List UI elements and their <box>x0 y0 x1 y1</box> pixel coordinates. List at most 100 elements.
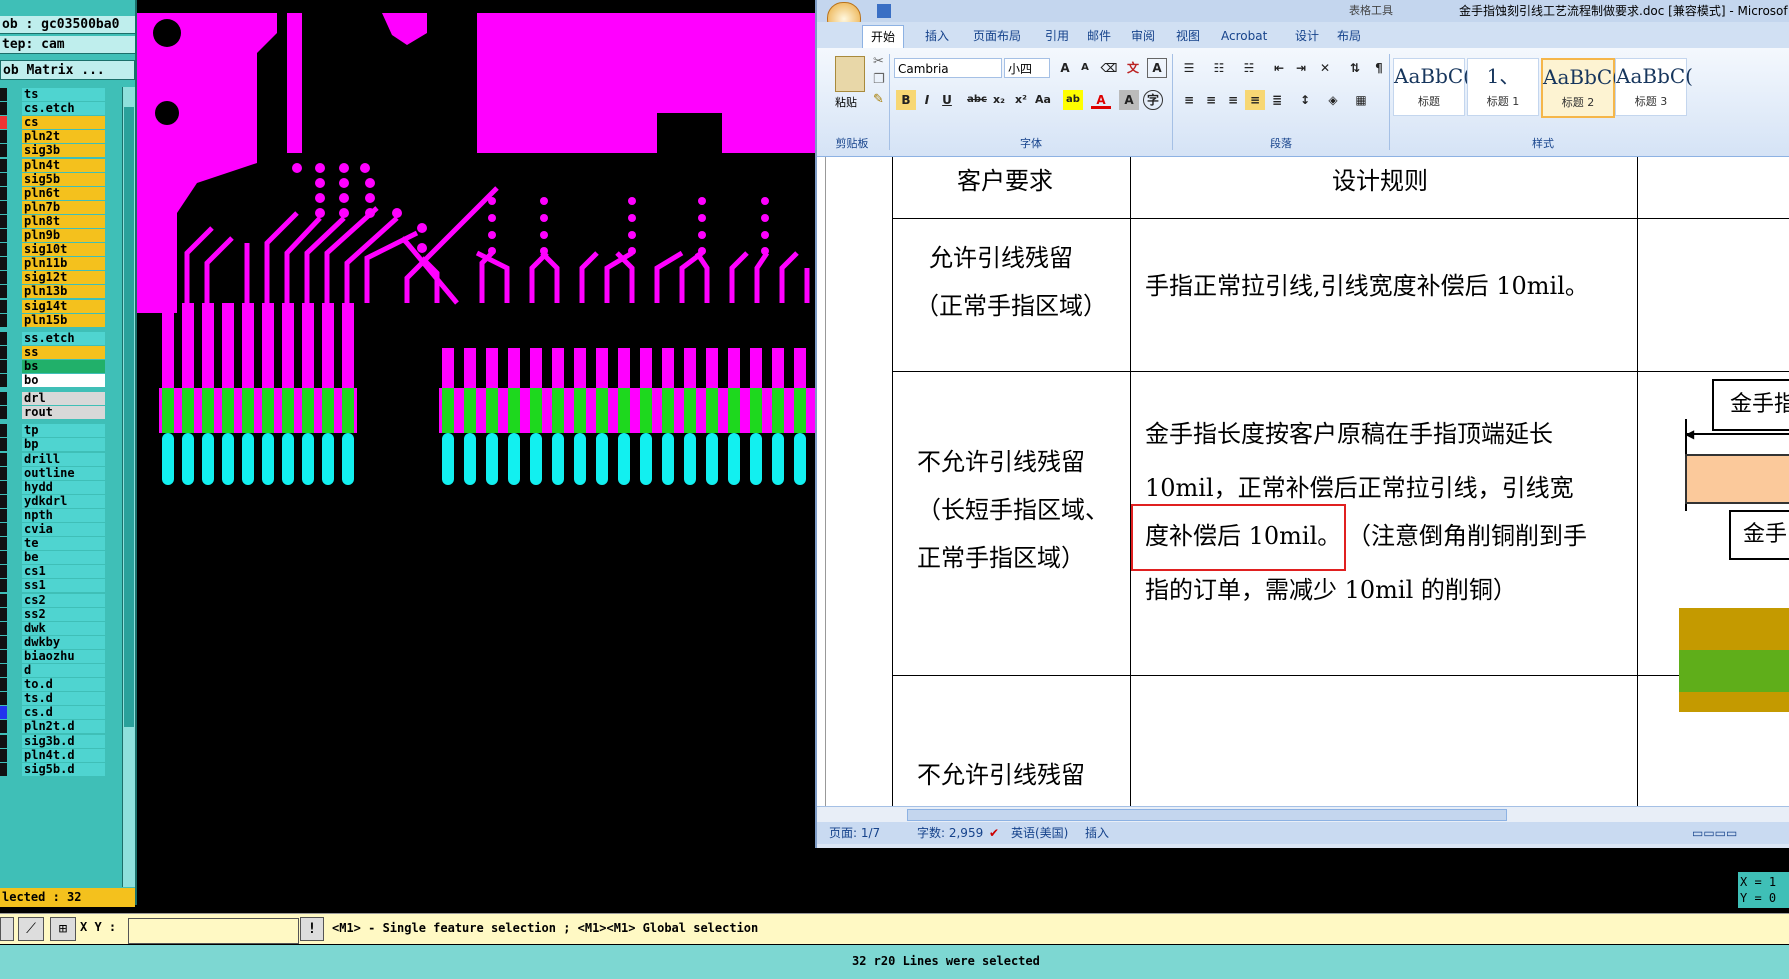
layer-toggle[interactable] <box>0 214 7 228</box>
layer-toggle[interactable] <box>0 88 7 101</box>
layer-toggle[interactable] <box>0 466 7 480</box>
layer-list-scrollbar[interactable] <box>122 87 135 887</box>
layer-toggle[interactable] <box>0 579 7 593</box>
style-tile[interactable]: AaBbC(标题 <box>1393 58 1471 116</box>
xy-input[interactable] <box>128 918 299 944</box>
chinese-layout-icon[interactable]: ✕ <box>1315 58 1335 78</box>
layer-name[interactable]: sig5b <box>22 172 105 186</box>
layer-name[interactable]: sig12t <box>22 271 105 285</box>
layer-name[interactable]: ts.d <box>22 692 105 706</box>
layer-name[interactable]: cs <box>22 116 105 130</box>
layer-toggle[interactable] <box>0 551 7 565</box>
align-right-icon[interactable]: ≡ <box>1223 90 1243 110</box>
layer-name[interactable]: bp <box>22 438 105 452</box>
style-tile[interactable]: AaBbC(标题 2 <box>1541 58 1620 118</box>
language[interactable]: 英语(美国) <box>1011 822 1068 844</box>
layer-name[interactable]: ss1 <box>22 579 105 593</box>
layer-row[interactable]: cs.d <box>0 705 122 720</box>
layer-name[interactable]: cvia <box>22 523 105 536</box>
shrink-font-icon[interactable]: A <box>1075 58 1095 78</box>
grid-icon[interactable]: ⊞ <box>50 917 76 941</box>
layer-row[interactable]: pln2t.d <box>0 719 122 734</box>
layer-toggle[interactable] <box>0 706 7 720</box>
layer-name[interactable]: pln9b <box>22 229 105 242</box>
layer-name[interactable]: bo <box>22 374 105 387</box>
layer-name[interactable]: cs.etch <box>22 102 105 116</box>
strike-icon[interactable]: abc <box>967 90 987 110</box>
layer-name[interactable]: hydd <box>22 480 105 494</box>
layer-row[interactable]: pln2t <box>0 129 122 144</box>
layer-toggle[interactable] <box>0 257 7 271</box>
layer-row[interactable]: rout <box>0 405 122 420</box>
layer-toggle[interactable] <box>0 392 7 406</box>
layer-name[interactable]: sig10t <box>22 243 105 257</box>
layer-row[interactable]: pln7b <box>0 200 122 215</box>
save-icon[interactable] <box>877 4 891 18</box>
layer-toggle[interactable] <box>0 565 7 579</box>
document-area[interactable]: 客户要求 设计规则 允许引线残留 （正常手指区域） 手指正常拉引线,引线宽度补偿… <box>817 157 1789 807</box>
layer-name[interactable]: tp <box>22 424 105 438</box>
superscript-icon[interactable]: x² <box>1011 90 1031 110</box>
layer-row[interactable]: dwk <box>0 621 122 636</box>
layer-name[interactable]: ss2 <box>22 607 105 621</box>
bold-icon[interactable]: B <box>896 90 916 110</box>
layer-row[interactable]: ydkdrl <box>0 494 122 509</box>
layer-row[interactable]: sig10t <box>0 242 122 257</box>
layer-row[interactable]: d <box>0 663 122 678</box>
layer-name[interactable]: d <box>22 664 105 677</box>
layer-row[interactable]: tp <box>0 423 122 438</box>
ribbon-tab[interactable]: 设计 <box>1287 25 1327 47</box>
layer-name[interactable]: outline <box>22 466 105 480</box>
layer-name[interactable]: sig3b.d <box>22 734 105 748</box>
pcb-graphic-canvas[interactable] <box>137 9 817 906</box>
layer-toggle[interactable] <box>0 158 7 172</box>
layer-name[interactable]: be <box>22 551 105 565</box>
layer-name[interactable]: pln13b <box>22 285 105 299</box>
layer-name[interactable]: rout <box>22 406 105 420</box>
layer-toggle[interactable] <box>0 130 7 144</box>
layer-row[interactable]: pln9b <box>0 228 122 243</box>
ribbon-tab[interactable]: 视图 <box>1168 25 1208 47</box>
enclose-char-icon[interactable]: 字 <box>1143 90 1163 110</box>
layer-toggle[interactable] <box>0 678 7 692</box>
ribbon-tab[interactable]: 布局 <box>1329 25 1369 47</box>
layer-row[interactable]: be <box>0 550 122 565</box>
layer-row[interactable]: cs.etch <box>0 101 122 116</box>
layer-row[interactable]: pln4t <box>0 158 122 173</box>
layer-row[interactable]: ss1 <box>0 578 122 593</box>
layer-name[interactable]: pln11b <box>22 257 105 271</box>
layer-toggle[interactable] <box>0 172 7 186</box>
layer-toggle[interactable] <box>0 299 7 313</box>
layer-row[interactable]: pln11b <box>0 256 122 271</box>
layer-toggle[interactable] <box>0 607 7 621</box>
layer-row[interactable]: bp <box>0 437 122 452</box>
layer-name[interactable]: pln4t <box>22 158 105 172</box>
font-color-icon[interactable]: A <box>1091 90 1111 109</box>
layer-row[interactable]: cvia <box>0 522 122 537</box>
layer-row[interactable]: bo <box>0 373 122 388</box>
highlight-icon[interactable]: ab <box>1063 90 1083 110</box>
layer-row[interactable]: to.d <box>0 677 122 692</box>
increase-indent-icon[interactable]: ⇥ <box>1291 58 1311 78</box>
layer-row[interactable]: ss <box>0 345 122 360</box>
layer-toggle[interactable] <box>0 692 7 706</box>
layer-toggle[interactable] <box>0 359 7 373</box>
layer-row[interactable]: npth <box>0 508 122 523</box>
underline-icon[interactable]: U <box>937 90 957 110</box>
layer-row[interactable]: biaozhu <box>0 649 122 664</box>
layer-toggle[interactable] <box>0 345 7 359</box>
layer-name[interactable]: ts <box>22 88 105 101</box>
ribbon-tab[interactable]: 开始 <box>862 25 905 48</box>
shading-icon[interactable]: ◈ <box>1323 90 1343 110</box>
layer-toggle[interactable] <box>0 635 7 649</box>
ribbon-tab[interactable]: Acrobat <box>1213 25 1275 47</box>
layer-toggle[interactable] <box>0 720 7 734</box>
layer-row[interactable]: sig5b <box>0 172 122 187</box>
layer-row[interactable]: te <box>0 536 122 551</box>
layer-name[interactable]: pln15b <box>22 313 105 327</box>
layer-name[interactable]: bs <box>22 359 105 373</box>
style-tile[interactable]: 1、 标题 1 <box>1467 58 1539 116</box>
align-left-icon[interactable]: ≡ <box>1179 90 1199 110</box>
ribbon-tab[interactable]: 页面布局 <box>965 25 1029 47</box>
layer-toggle[interactable] <box>0 313 7 327</box>
